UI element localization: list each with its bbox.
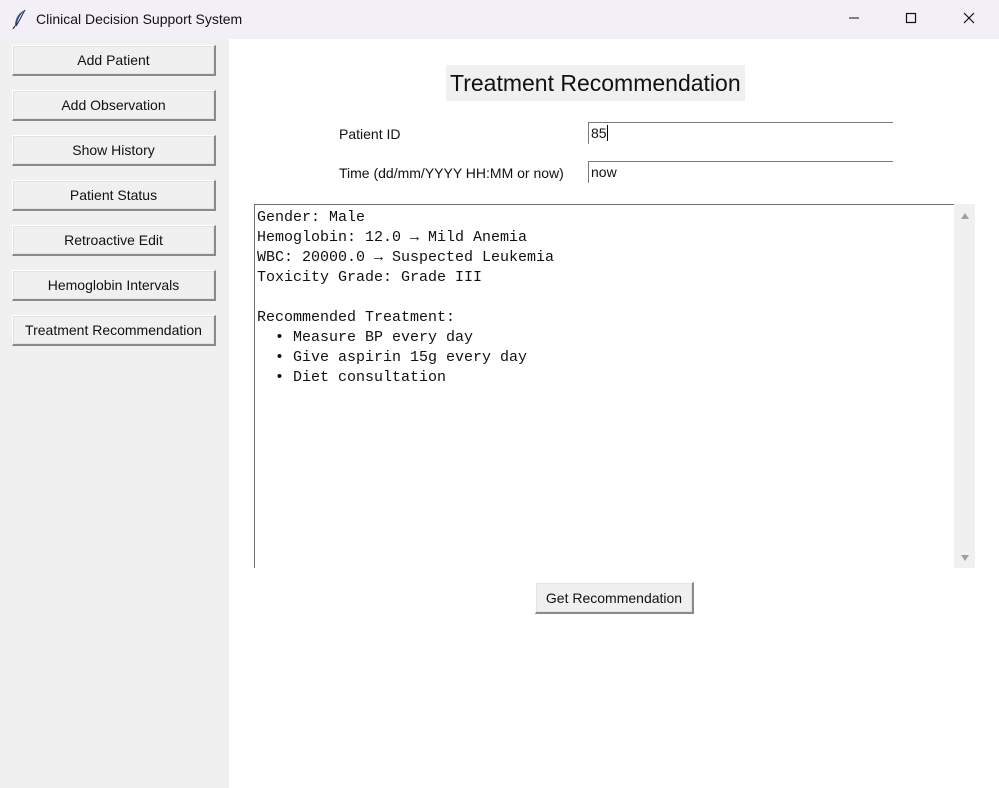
output-line: • Give aspirin 15g every day xyxy=(257,349,528,366)
output-line: WBC: 20000.0 → Suspected Leukemia xyxy=(257,249,555,266)
scroll-up-arrow-icon[interactable] xyxy=(954,206,975,226)
title-bar[interactable]: Clinical Decision Support System xyxy=(0,0,999,39)
add-observation-button[interactable]: Add Observation xyxy=(12,90,216,121)
maximize-button[interactable] xyxy=(882,0,940,39)
output-line: Recommended Treatment: xyxy=(257,309,456,326)
output-line: • Diet consultation xyxy=(257,369,447,386)
recommendation-output[interactable]: Gender: Male Hemoglobin: 12.0 → Mild Ane… xyxy=(254,204,954,568)
close-icon xyxy=(963,11,975,29)
get-recommendation-button[interactable]: Get Recommendation xyxy=(535,582,694,614)
time-input[interactable]: now xyxy=(588,161,893,183)
patient-id-label: Patient ID xyxy=(339,126,401,142)
scroll-down-arrow-icon[interactable] xyxy=(954,548,975,568)
patient-id-value: 85 xyxy=(591,125,607,141)
minimize-button[interactable] xyxy=(825,0,883,39)
treatment-recommendation-button[interactable]: Treatment Recommendation xyxy=(12,315,216,346)
output-line: Toxicity Grade: Grade III xyxy=(257,269,483,286)
show-history-button[interactable]: Show History xyxy=(12,135,216,166)
hemoglobin-intervals-button[interactable]: Hemoglobin Intervals xyxy=(12,270,216,301)
patient-id-input[interactable]: 85 xyxy=(588,122,893,144)
page-title: Treatment Recommendation xyxy=(446,65,745,101)
add-patient-button[interactable]: Add Patient xyxy=(12,45,216,76)
close-button[interactable] xyxy=(940,0,998,39)
minimize-icon xyxy=(848,11,860,29)
feather-icon xyxy=(12,9,28,30)
text-cursor xyxy=(606,125,608,141)
time-value: now xyxy=(591,164,617,180)
time-label: Time (dd/mm/YYYY HH:MM or now) xyxy=(339,165,564,181)
maximize-icon xyxy=(905,11,917,29)
output-line: Gender: Male xyxy=(257,209,366,226)
app-window: Clinical Decision Support System Add Pat… xyxy=(0,0,999,788)
retroactive-edit-button[interactable]: Retroactive Edit xyxy=(12,225,216,256)
window-title: Clinical Decision Support System xyxy=(36,11,243,27)
vertical-scrollbar[interactable] xyxy=(954,204,975,568)
output-line: • Measure BP every day xyxy=(257,329,474,346)
output-line: Hemoglobin: 12.0 → Mild Anemia xyxy=(257,229,528,246)
patient-status-button[interactable]: Patient Status xyxy=(12,180,216,211)
